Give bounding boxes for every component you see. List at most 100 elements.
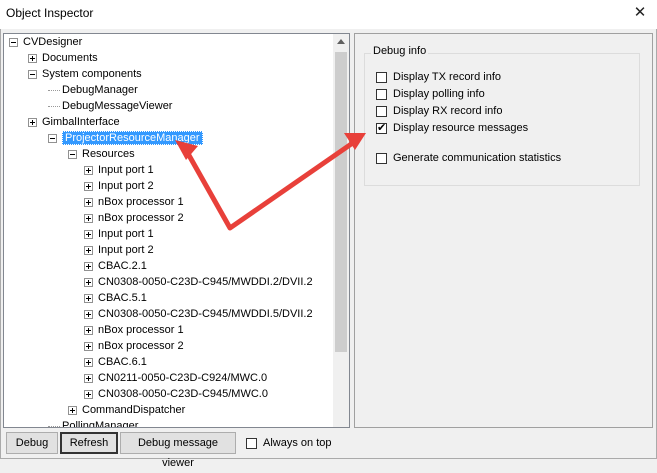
tree-item-label[interactable]: CommandDispatcher bbox=[82, 404, 185, 416]
unchecked-checkbox[interactable] bbox=[376, 71, 387, 83]
tree-item-label[interactable]: CN0211-0050-C23D-C924/MWC.0 bbox=[98, 372, 267, 384]
expand-icon[interactable] bbox=[28, 117, 37, 127]
tree-item-label[interactable]: nBox processor 2 bbox=[98, 212, 184, 224]
tree-item-label[interactable]: System components bbox=[42, 68, 142, 80]
tree-row[interactable]: DebugMessageViewer bbox=[48, 98, 172, 114]
tree-row[interactable]: GimbalInterface bbox=[28, 114, 120, 130]
tree-item-label[interactable]: CBAC.6.1 bbox=[98, 356, 147, 368]
debug-option[interactable]: Display RX record info bbox=[376, 104, 502, 118]
expand-icon[interactable] bbox=[84, 213, 93, 223]
unchecked-checkbox[interactable] bbox=[376, 88, 387, 100]
collapse-icon[interactable] bbox=[28, 69, 37, 79]
expand-icon[interactable] bbox=[84, 261, 93, 271]
expand-icon[interactable] bbox=[84, 277, 93, 287]
tree-item-label[interactable]: Input port 1 bbox=[98, 164, 154, 176]
scroll-up-icon[interactable] bbox=[337, 39, 345, 44]
tree-item-label[interactable]: Input port 2 bbox=[98, 244, 154, 256]
tree-row[interactable]: Input port 1 bbox=[84, 226, 154, 242]
debug-option-label: Display RX record info bbox=[393, 105, 503, 117]
expand-icon[interactable] bbox=[84, 357, 93, 367]
tree-item-label[interactable]: GimbalInterface bbox=[42, 116, 120, 128]
refresh-button[interactable]: Refresh bbox=[60, 432, 118, 454]
debug-option[interactable]: Display TX record info bbox=[376, 70, 501, 84]
tree-row[interactable]: nBox processor 2 bbox=[84, 338, 184, 354]
expand-icon[interactable] bbox=[84, 197, 93, 207]
expand-icon[interactable] bbox=[84, 341, 93, 351]
tree-row[interactable]: ProjectorResourceManager bbox=[48, 130, 203, 146]
tree-row[interactable]: CBAC.6.1 bbox=[84, 354, 147, 370]
tree-item-label[interactable]: CN0308-0050-C23D-C945/MWDDI.5/DVII.2 bbox=[98, 308, 313, 320]
debug-option[interactable]: Display polling info bbox=[376, 87, 485, 101]
tree-row[interactable]: CN0308-0050-C23D-C945/MWDDI.5/DVII.2 bbox=[84, 306, 313, 322]
checked-checkbox[interactable] bbox=[376, 121, 387, 135]
expand-icon[interactable] bbox=[84, 165, 93, 175]
window-title: Object Inspector bbox=[6, 6, 94, 20]
tree-item-label[interactable]: CN0308-0050-C23D-C945/MWDDI.2/DVII.2 bbox=[98, 276, 313, 288]
tree-row[interactable]: Input port 2 bbox=[84, 242, 154, 258]
tree-item-label[interactable]: nBox processor 2 bbox=[98, 340, 184, 352]
expand-icon[interactable] bbox=[84, 229, 93, 239]
expand-icon[interactable] bbox=[84, 181, 93, 191]
tree-item-label[interactable]: CN0308-0050-C23D-C945/MWC.0 bbox=[98, 388, 268, 400]
tree-row[interactable]: nBox processor 2 bbox=[84, 210, 184, 226]
tree-row[interactable]: DebugManager bbox=[48, 82, 138, 98]
tree-row[interactable]: CBAC.5.1 bbox=[84, 290, 147, 306]
tree-row[interactable]: CBAC.2.1 bbox=[84, 258, 147, 274]
object-tree[interactable]: CVDesigner Documents System components Debu… bbox=[3, 33, 350, 428]
tree-row[interactable]: PollingManager bbox=[48, 418, 138, 427]
collapse-icon[interactable] bbox=[48, 133, 57, 143]
tree-item-label[interactable]: DebugManager bbox=[62, 84, 138, 96]
tree-row[interactable]: System components bbox=[28, 66, 142, 82]
tree-item-label[interactable]: CBAC.2.1 bbox=[98, 260, 147, 272]
tree-item-label[interactable]: ProjectorResourceManager bbox=[62, 131, 203, 145]
checkbox-box[interactable] bbox=[246, 437, 257, 449]
tree-connector bbox=[48, 89, 60, 91]
tree-row[interactable]: Documents bbox=[28, 50, 98, 66]
collapse-icon[interactable] bbox=[68, 149, 77, 159]
expand-icon[interactable] bbox=[84, 325, 93, 335]
tree-row[interactable]: Resources bbox=[68, 146, 135, 162]
unchecked-checkbox[interactable] bbox=[376, 152, 387, 164]
tree-row[interactable]: Input port 1 bbox=[84, 162, 154, 178]
tree-row[interactable]: CVDesigner bbox=[9, 34, 82, 50]
close-icon[interactable]: ✕ bbox=[629, 3, 651, 23]
scroll-thumb[interactable] bbox=[335, 52, 347, 352]
expand-icon[interactable] bbox=[84, 373, 93, 383]
expand-icon[interactable] bbox=[28, 53, 37, 63]
debug-info-label: Debug info bbox=[371, 45, 429, 57]
collapse-icon[interactable] bbox=[9, 37, 18, 47]
tree-item-label[interactable]: CVDesigner bbox=[23, 36, 82, 48]
expand-icon[interactable] bbox=[84, 245, 93, 255]
expand-icon[interactable] bbox=[84, 389, 93, 399]
tree-item-label[interactable]: Input port 1 bbox=[98, 228, 154, 240]
debug-option[interactable]: Display resource messages bbox=[376, 121, 528, 135]
tree-item-label[interactable]: Input port 2 bbox=[98, 180, 154, 192]
debug-option[interactable]: Generate communication statistics bbox=[376, 151, 561, 165]
tree-item-label[interactable]: Resources bbox=[82, 148, 135, 160]
unchecked-checkbox[interactable] bbox=[376, 105, 387, 117]
tree-row[interactable]: nBox processor 1 bbox=[84, 194, 184, 210]
tree-item-label[interactable]: nBox processor 1 bbox=[98, 324, 184, 336]
tree-row[interactable]: CN0308-0050-C23D-C945/MWC.0 bbox=[84, 386, 268, 402]
debug-option-label: Display resource messages bbox=[393, 122, 529, 134]
expand-icon[interactable] bbox=[84, 309, 93, 319]
tree-item-label[interactable]: nBox processor 1 bbox=[98, 196, 184, 208]
tree-row[interactable]: nBox processor 1 bbox=[84, 322, 184, 338]
always-on-top-checkbox[interactable]: Always on top bbox=[246, 436, 331, 450]
tree-connector bbox=[48, 425, 60, 427]
tree-row[interactable]: CN0211-0050-C23D-C924/MWC.0 bbox=[84, 370, 267, 386]
tree-row[interactable]: CN0308-0050-C23D-C945/MWDDI.2/DVII.2 bbox=[84, 274, 313, 290]
expand-icon[interactable] bbox=[84, 293, 93, 303]
tree-row[interactable]: Input port 2 bbox=[84, 178, 154, 194]
tree-item-label[interactable]: DebugMessageViewer bbox=[62, 100, 172, 112]
debug-button[interactable]: Debug bbox=[6, 432, 58, 454]
debug-message-viewer-button[interactable]: Debug message viewer bbox=[120, 432, 236, 469]
expand-icon[interactable] bbox=[68, 405, 77, 415]
debug-option-label: Display TX record info bbox=[393, 71, 502, 83]
tree-item-label[interactable]: Documents bbox=[42, 52, 98, 64]
tree-item-label[interactable]: CBAC.5.1 bbox=[98, 292, 147, 304]
tree-item-label[interactable]: PollingManager bbox=[62, 420, 138, 427]
tree-scrollbar[interactable] bbox=[333, 34, 349, 427]
debug-option-label: Generate communication statistics bbox=[393, 152, 562, 164]
tree-row[interactable]: CommandDispatcher bbox=[68, 402, 185, 418]
